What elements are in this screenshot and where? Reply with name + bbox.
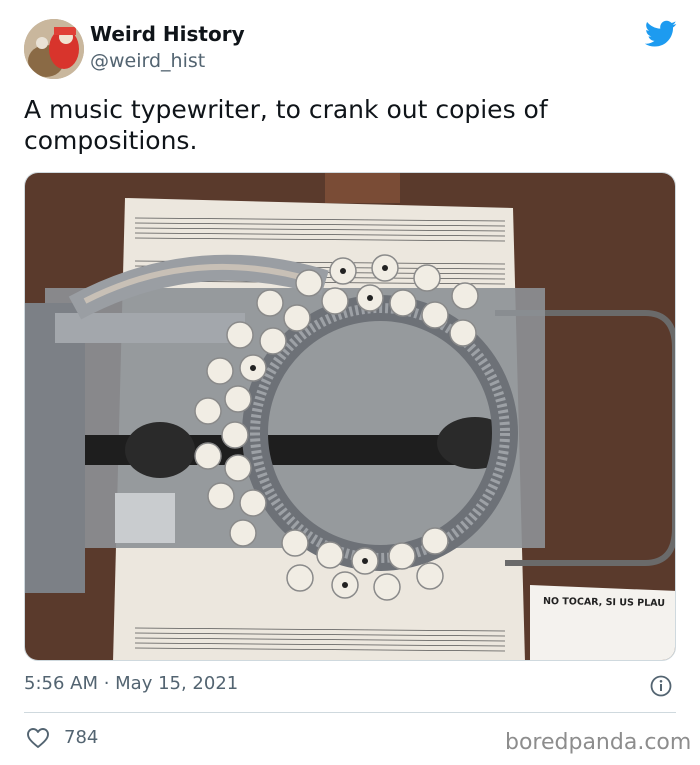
tweet-text: A music typewriter, to crank out copies …: [24, 95, 548, 155]
heart-icon[interactable]: [26, 727, 50, 749]
boredpanda-watermark: boredpanda.com: [505, 730, 692, 755]
sign-text: NO TOCAR, SI US PLAU: [542, 595, 666, 610]
avatar[interactable]: [24, 19, 84, 79]
info-icon[interactable]: [650, 675, 672, 697]
author-handle[interactable]: @weird_hist: [90, 50, 205, 72]
twitter-bird-icon[interactable]: [645, 20, 677, 48]
tweet-photo[interactable]: NO TOCAR, SI US PLAU: [24, 172, 676, 661]
divider: [24, 712, 676, 713]
music-typewriter-photo: [25, 173, 675, 660]
author-display-name[interactable]: Weird History: [90, 22, 245, 46]
tweet-timestamp[interactable]: 5:56 AM · May 15, 2021: [24, 673, 238, 694]
like-count: 784: [64, 727, 99, 748]
avatar-image: [24, 19, 84, 79]
